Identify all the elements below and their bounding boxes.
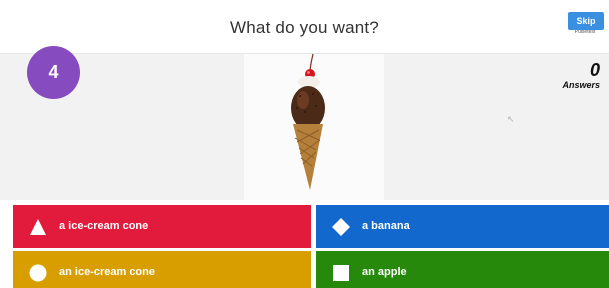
quiz-screen: What do you want? Pulsetest 4 Skip 0 Ans… — [0, 0, 609, 288]
cursor-icon: ↖ — [507, 114, 515, 124]
triangle-icon — [30, 219, 46, 235]
answer-label: an ice-cream cone — [59, 266, 155, 278]
answer-label: a ice-cream cone — [59, 220, 149, 232]
answer-option-3[interactable]: an ice-cream cone — [13, 251, 311, 288]
answer-option-2[interactable]: a banana — [316, 205, 609, 248]
circle-icon — [29, 264, 47, 282]
diamond-icon — [332, 218, 350, 236]
answer-label: a banana — [362, 220, 410, 232]
square-icon — [333, 265, 349, 281]
question-header: What do you want? Pulsetest — [0, 0, 609, 54]
answers-count: 0 — [589, 60, 600, 80]
skip-button[interactable]: Skip — [568, 12, 604, 30]
answers-label: Answers — [562, 80, 600, 90]
countdown-timer: 4 — [27, 46, 80, 99]
question-title: What do you want? — [230, 18, 379, 37]
ice-cream-cone-image — [291, 53, 325, 190]
answer-option-1[interactable]: a ice-cream cone — [13, 205, 311, 248]
answer-label: an apple — [362, 266, 407, 278]
answer-option-4[interactable]: an apple — [316, 251, 609, 288]
